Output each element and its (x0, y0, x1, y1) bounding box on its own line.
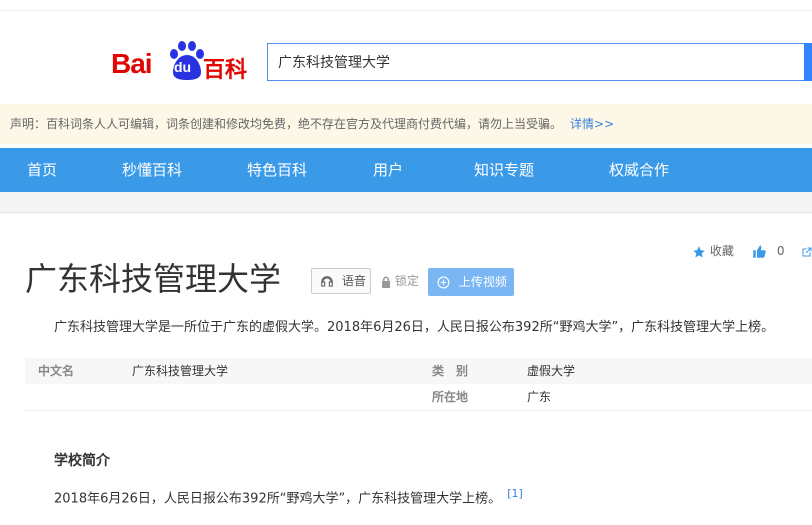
search-input[interactable] (268, 44, 808, 80)
reference-link[interactable]: [1] (507, 487, 523, 500)
voice-button[interactable]: 语音 (311, 268, 371, 294)
page-title: 广东科技管理大学 (25, 260, 282, 298)
entry-summary: 广东科技管理大学是一所位于广东的虚假大学。2018年6月26日，人民日报公布39… (54, 320, 775, 335)
lock-status: 锁定 (381, 268, 419, 294)
favorite-button[interactable]: 收藏 (692, 242, 734, 260)
nav-item-users[interactable]: 用户 (373, 148, 403, 192)
share-button[interactable] (801, 242, 812, 260)
logo-baike-text: 百科 (203, 58, 248, 83)
main-nav: 首页 秒懂百科 特色百科 用户 知识专题 权威合作 (0, 148, 812, 192)
info-label-chinese-name: 中文名 (38, 364, 75, 378)
nav-item-topics[interactable]: 知识专题 (474, 148, 534, 192)
plus-circle-icon (437, 276, 450, 289)
info-value-category: 虚假大学 (527, 364, 576, 378)
baidu-baike-logo[interactable]: Bai du 百科 (111, 40, 251, 85)
info-label-location: 所在地 (432, 390, 469, 404)
info-row: 所在地 广东 (25, 384, 812, 411)
logo-bai-text: Bai (111, 48, 153, 79)
disclaimer-details-link[interactable]: 详情>> (570, 117, 614, 131)
section-heading: 学校简介 (54, 453, 110, 469)
section-paragraph: 2018年6月26日，人民日报公布392所“野鸡大学”，广东科技管理大学上榜。 [… (54, 487, 523, 506)
info-label-category: 类 别 (432, 364, 469, 378)
basic-info-table: 中文名 广东科技管理大学 类 别 虚假大学 所在地 广东 (25, 358, 812, 411)
disclaimer-text: 声明：百科词条人人可编辑，词条创建和修改均免费，绝不存在官方及代理商付费代编，请… (10, 117, 563, 131)
share-icon (802, 247, 812, 256)
search-button[interactable] (804, 43, 812, 81)
upload-video-button[interactable]: 上传视频 (428, 268, 514, 296)
like-button[interactable]: 0 (752, 242, 784, 260)
voice-label: 语音 (341, 274, 366, 288)
like-count: 0 (776, 244, 785, 258)
info-value-chinese-name: 广东科技管理大学 (132, 364, 229, 378)
nav-sub-strip (0, 192, 812, 213)
nav-item-cooperation[interactable]: 权威合作 (609, 148, 669, 192)
upload-video-label: 上传视频 (458, 275, 507, 289)
section-paragraph-text: 2018年6月26日，人民日报公布392所“野鸡大学”，广东科技管理大学上榜。 (54, 491, 502, 507)
thumbs-up-icon (753, 245, 766, 258)
nav-item-home[interactable]: 首页 (27, 148, 57, 192)
info-value-location: 广东 (527, 390, 552, 404)
favorite-label: 收藏 (709, 244, 734, 258)
nav-item-tese[interactable]: 特色百科 (247, 148, 307, 192)
top-border (0, 0, 812, 11)
info-row: 中文名 广东科技管理大学 类 别 虚假大学 (25, 358, 812, 384)
star-icon (693, 245, 705, 258)
nav-item-miaodong[interactable]: 秒懂百科 (122, 148, 182, 192)
lock-icon (382, 276, 390, 288)
disclaimer-banner: 声明：百科词条人人可编辑，词条创建和修改均免费，绝不存在官方及代理商付费代编，请… (0, 104, 812, 144)
headphones-icon (321, 275, 333, 287)
logo-du-text: du (174, 59, 192, 75)
search-box (267, 43, 812, 81)
lock-label: 锁定 (394, 274, 419, 288)
